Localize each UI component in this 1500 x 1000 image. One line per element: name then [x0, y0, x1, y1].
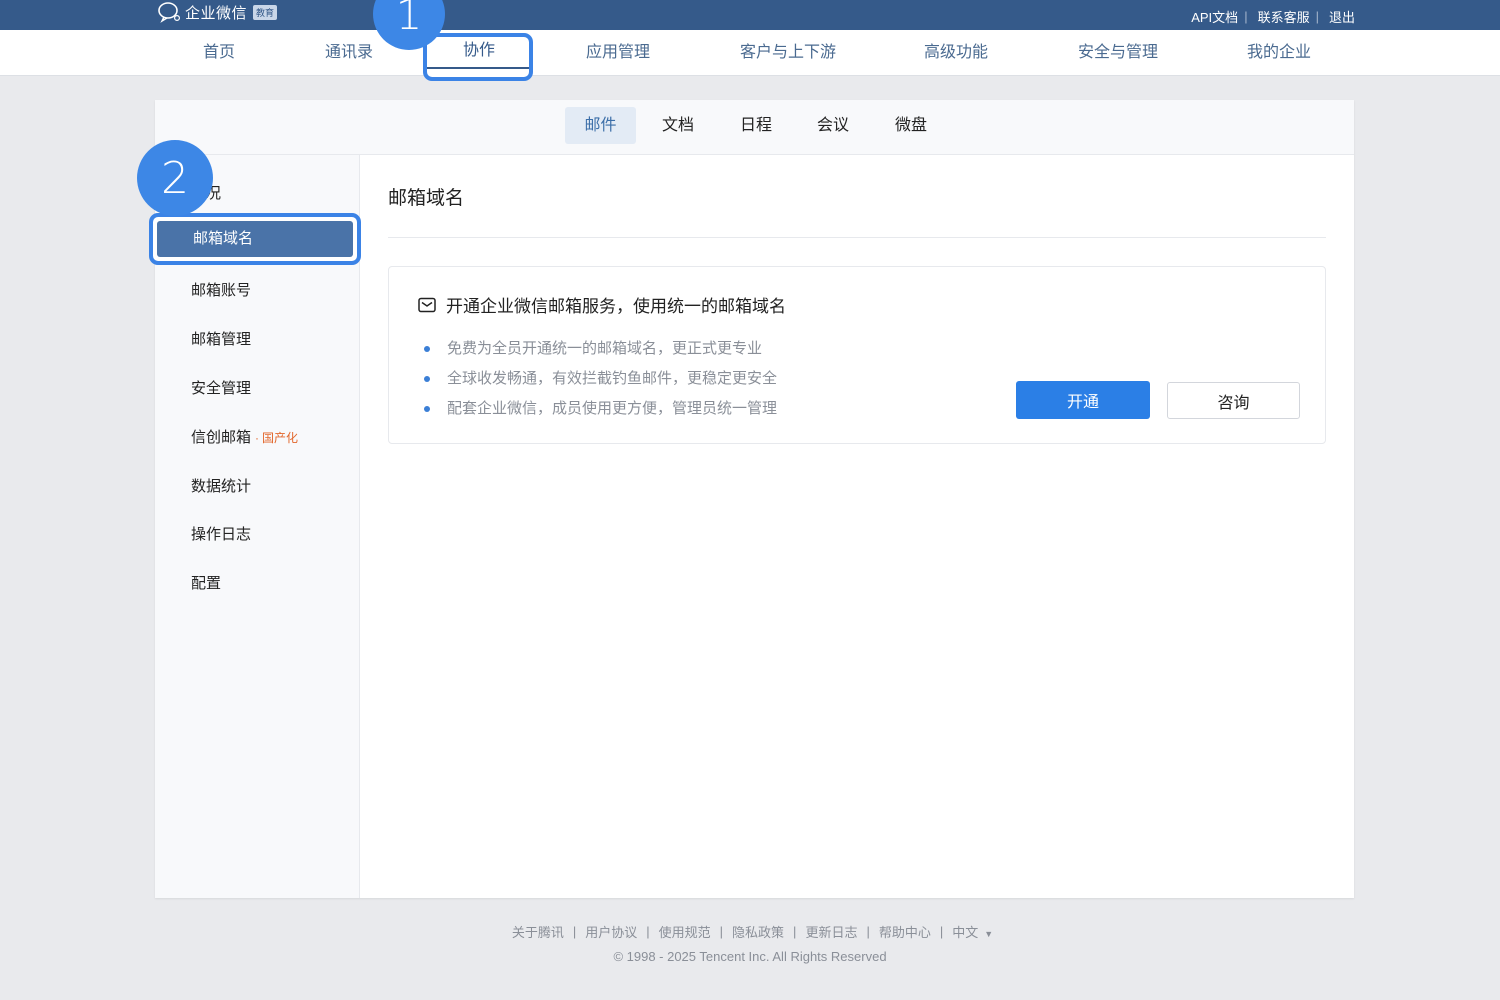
tab-docs[interactable]: 文档: [645, 107, 711, 144]
language-label: 中文: [952, 925, 979, 940]
sidebar-item-operation-log[interactable]: 操作日志: [191, 523, 251, 544]
sidebar-item-mail-domain-highlight[interactable]: 邮箱域名: [149, 213, 361, 265]
nav-customers[interactable]: 客户与上下游: [740, 30, 836, 76]
divider: |: [1315, 9, 1319, 24]
divider: |: [866, 924, 870, 939]
nav-collaboration[interactable]: 协作: [463, 28, 495, 74]
sidebar-item-mail-domain[interactable]: 邮箱域名: [157, 221, 353, 257]
nav-contacts[interactable]: 通讯录: [325, 30, 373, 76]
tab-calendar[interactable]: 日程: [723, 107, 789, 144]
bullet: [424, 406, 430, 412]
sidebar-item-mail-accounts[interactable]: 邮箱账号: [191, 279, 251, 300]
contact-support-link[interactable]: 联系客服: [1258, 7, 1310, 26]
tab-mail[interactable]: 邮件: [565, 107, 636, 144]
sidebar-item-security[interactable]: 安全管理: [191, 377, 251, 398]
mail-promo-card: 开通企业微信邮箱服务，使用统一的邮箱域名 免费为全员开通统一的邮箱域名，更正式更…: [388, 266, 1326, 444]
page-title: 邮箱域名: [388, 188, 465, 209]
footer-link-help-center[interactable]: 帮助中心: [879, 922, 931, 941]
tab-meeting[interactable]: 会议: [800, 107, 866, 144]
wecom-logo-icon: [158, 2, 181, 23]
nav-collaboration-highlight[interactable]: 协作: [423, 33, 533, 81]
activate-button[interactable]: 开通: [1016, 381, 1150, 419]
mail-icon: [418, 297, 436, 312]
bullet: [424, 346, 430, 352]
caret-down-icon: ▼: [984, 929, 994, 939]
sidebar-item-label: 信创邮箱: [191, 429, 252, 446]
divider: |: [572, 924, 577, 939]
wecom-logo[interactable]: 企业微信 教育: [157, 1, 278, 23]
footer-link-about[interactable]: 关于腾讯: [512, 922, 564, 941]
top-links: API文档 | 联系客服 | 退出: [1191, 7, 1355, 26]
language-selector[interactable]: 中文 ▼: [952, 922, 993, 941]
main-card: 邮件 文档 日程 会议 微盘 概况 邮箱账号 邮箱管理 安全管理 信创邮箱·国产…: [149, 100, 1354, 898]
main-nav: 首页 通讯录 应用管理 客户与上下游 高级功能 安全与管理 我的企业: [0, 30, 1500, 76]
footer-link-privacy[interactable]: 隐私政策: [732, 922, 784, 941]
logout-link[interactable]: 退出: [1329, 7, 1355, 26]
nav-advanced[interactable]: 高级功能: [924, 30, 988, 76]
sidebar: 概况 邮箱账号 邮箱管理 安全管理 信创邮箱·国产化 数据统计 操作日志 配置: [155, 155, 360, 898]
copyright: © 1998 - 2025 Tencent Inc. All Rights Re…: [613, 949, 887, 964]
divider: |: [1244, 9, 1248, 24]
separator-dot: ·: [255, 431, 260, 445]
sidebar-item-mail-management[interactable]: 邮箱管理: [191, 328, 251, 349]
nav-my-company[interactable]: 我的企业: [1247, 30, 1311, 76]
list-item: 全球收发畅通，有效拦截钓鱼邮件，更稳定更安全: [424, 364, 777, 394]
promo-heading-text: 开通企业微信邮箱服务，使用统一的邮箱域名: [446, 297, 786, 316]
list-item: 免费为全员开通统一的邮箱域名，更正式更专业: [424, 334, 777, 364]
divider: [388, 237, 1326, 238]
sidebar-item-xinchuang-mail[interactable]: 信创邮箱 · 国产化: [191, 426, 298, 447]
bullet: [424, 376, 430, 382]
promo-heading: 开通企业微信邮箱服务，使用统一的邮箱域名: [418, 292, 786, 317]
step-badge-2: 2: [137, 140, 213, 216]
footer-link-changelog[interactable]: 更新日志: [805, 922, 857, 941]
promo-benefits: 免费为全员开通统一的邮箱域名，更正式更专业 全球收发畅通，有效拦截钓鱼邮件，更稳…: [424, 334, 777, 424]
benefit-text: 全球收发畅通，有效拦截钓鱼邮件，更稳定更安全: [447, 370, 778, 387]
top-bar: 企业微信 教育 API文档 | 联系客服 | 退出: [0, 0, 1500, 30]
nav-home[interactable]: 首页: [203, 30, 235, 76]
list-item: 配套企业微信，成员使用更方便，管理员统一管理: [424, 394, 777, 424]
sidebar-item-settings[interactable]: 配置: [191, 572, 221, 593]
edition-badge: 教育: [253, 4, 278, 20]
divider: |: [719, 924, 724, 939]
nav-app-management[interactable]: 应用管理: [586, 30, 650, 76]
divider: |: [793, 924, 797, 939]
api-docs-link[interactable]: API文档: [1191, 7, 1238, 26]
footer-links: 关于腾讯 | 用户协议 | 使用规范 | 隐私政策 | 更新日志 | 帮助中心 …: [0, 922, 1500, 941]
divider: |: [646, 924, 650, 939]
benefit-text: 免费为全员开通统一的邮箱域名，更正式更专业: [447, 340, 763, 357]
nav-security[interactable]: 安全与管理: [1078, 30, 1158, 76]
consult-button[interactable]: 咨询: [1167, 382, 1300, 419]
sub-tabs: 邮件 文档 日程 会议 微盘: [155, 100, 1354, 155]
logo-text: 企业微信: [185, 4, 248, 22]
divider: |: [939, 924, 944, 939]
sidebar-item-statistics[interactable]: 数据统计: [191, 475, 251, 496]
benefit-text: 配套企业微信，成员使用更方便，管理员统一管理: [447, 400, 778, 417]
footer-link-usage-rules[interactable]: 使用规范: [659, 922, 711, 941]
footer: 关于腾讯 | 用户协议 | 使用规范 | 隐私政策 | 更新日志 | 帮助中心 …: [0, 922, 1500, 964]
localization-tag: 国产化: [262, 431, 299, 445]
footer-link-user-agreement[interactable]: 用户协议: [585, 922, 637, 941]
tab-drive[interactable]: 微盘: [878, 107, 944, 144]
